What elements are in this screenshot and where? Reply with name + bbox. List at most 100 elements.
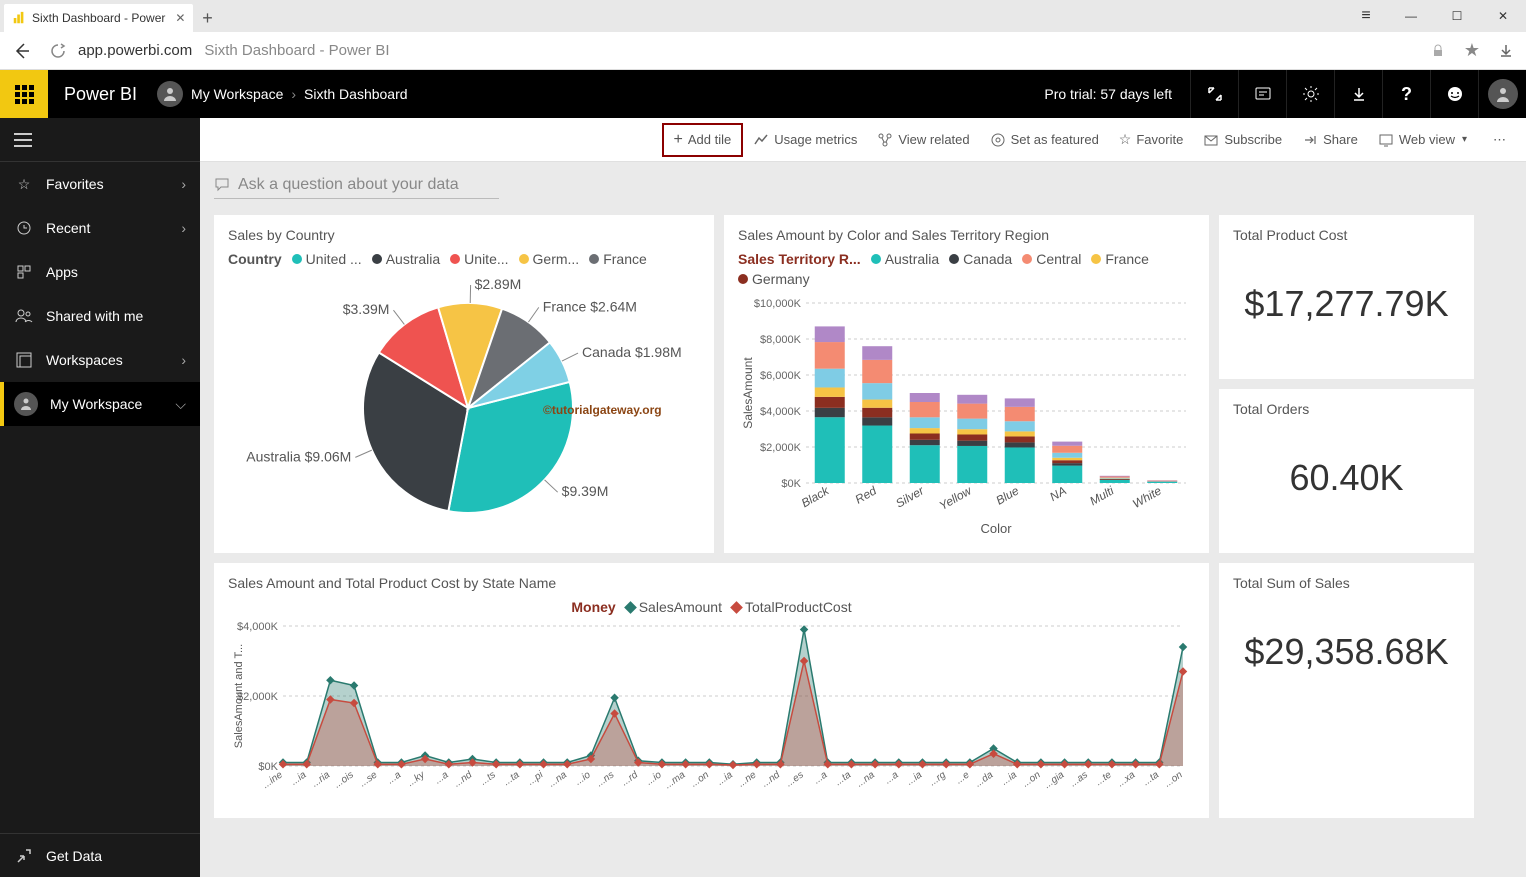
- breadcrumb-root[interactable]: My Workspace: [191, 86, 283, 102]
- set-featured-button[interactable]: Set as featured: [980, 126, 1109, 154]
- line-legend: Money SalesAmount TotalProductCost: [228, 599, 1195, 615]
- tile-sales-by-color[interactable]: Sales Amount by Color and Sales Territor…: [724, 215, 1209, 553]
- sidebar-toggle[interactable]: [0, 118, 200, 162]
- refresh-button[interactable]: [48, 41, 68, 61]
- svg-text:Blue: Blue: [993, 483, 1021, 507]
- notifications-button[interactable]: [1238, 70, 1286, 118]
- svg-text:...ia: ...ia: [999, 769, 1019, 788]
- view-related-button[interactable]: View related: [867, 126, 979, 154]
- toolbar-more-button[interactable]: ⋯: [1483, 126, 1516, 154]
- tab-close-icon[interactable]: ✕: [175, 11, 185, 25]
- star-icon[interactable]: ★: [1462, 41, 1482, 61]
- browser-menu-button[interactable]: ≡: [1342, 0, 1388, 32]
- usage-metrics-button[interactable]: Usage metrics: [743, 126, 867, 154]
- sidebar-item-workspaces[interactable]: Workspaces›: [0, 338, 200, 382]
- sidebar-item-shared[interactable]: Shared with me: [0, 294, 200, 338]
- url-text[interactable]: app.powerbi.com Sixth Dashboard - Power …: [78, 42, 1428, 59]
- tab-chart-icon: [12, 11, 26, 25]
- subscribe-button[interactable]: Subscribe: [1193, 126, 1292, 154]
- svg-text:...na: ...na: [855, 769, 878, 789]
- add-tile-button[interactable]: +Add tile: [662, 123, 744, 157]
- tile-total-orders[interactable]: Total Orders 60.40K: [1219, 389, 1474, 553]
- svg-text:Red: Red: [853, 483, 879, 506]
- help-button[interactable]: ?: [1382, 70, 1430, 118]
- svg-text:Canada $1.98M: Canada $1.98M: [582, 344, 682, 360]
- dashboard-canvas: Ask a question about your data Sales by …: [200, 162, 1526, 877]
- svg-text:...ns: ...ns: [595, 769, 617, 789]
- svg-text:$10,000K: $10,000K: [754, 298, 802, 310]
- tile-sales-by-country[interactable]: Sales by Country Country United ... Aust…: [214, 215, 714, 553]
- sidebar-item-favorites[interactable]: ☆ Favorites›: [0, 162, 200, 206]
- fullscreen-button[interactable]: [1190, 70, 1238, 118]
- svg-text:...as: ...as: [1068, 769, 1090, 789]
- pbi-top-header: Power BI My Workspace › Sixth Dashboard …: [0, 70, 1526, 118]
- window-minimize-button[interactable]: —: [1388, 0, 1434, 32]
- svg-text:...nd: ...nd: [760, 769, 783, 789]
- svg-text:$3.39M: $3.39M: [343, 301, 390, 317]
- svg-text:...on: ...on: [1162, 769, 1185, 789]
- tile-total-sales[interactable]: Total Sum of Sales $29,358.68K: [1219, 563, 1474, 818]
- svg-text:...ois: ...ois: [332, 769, 356, 790]
- svg-text:...ia: ...ia: [905, 769, 925, 788]
- svg-text:...da: ...da: [973, 769, 996, 789]
- lock-icon[interactable]: [1428, 41, 1448, 61]
- user-avatar[interactable]: [1478, 70, 1526, 118]
- chat-icon: [214, 177, 230, 193]
- pie-chart: $9.39MAustralia $9.06M$3.39M$2.89MFrance…: [228, 273, 698, 533]
- window-close-button[interactable]: ✕: [1480, 0, 1526, 32]
- sidebar-item-recent[interactable]: Recent›: [0, 206, 200, 250]
- svg-text:...io: ...io: [573, 769, 593, 788]
- card-value: 60.40K: [1233, 457, 1460, 499]
- settings-button[interactable]: [1286, 70, 1334, 118]
- tab-title: Sixth Dashboard - Power: [32, 11, 165, 25]
- trial-status: Pro trial: 57 days left: [1026, 86, 1190, 102]
- svg-text:...a: ...a: [385, 769, 403, 786]
- svg-text:Australia $9.06M: Australia $9.06M: [246, 448, 351, 464]
- svg-text:...io: ...io: [644, 769, 664, 788]
- sidebar-item-apps[interactable]: Apps: [0, 250, 200, 294]
- sidebar-item-my-workspace[interactable]: My Workspace⌵: [0, 382, 200, 426]
- pie-legend: Country United ... Australia Unite... Ge…: [228, 251, 700, 267]
- star-icon: ☆: [14, 174, 34, 194]
- web-view-button[interactable]: Web view▾: [1368, 126, 1477, 154]
- tile-total-product-cost[interactable]: Total Product Cost $17,277.79K: [1219, 215, 1474, 379]
- tile-sales-by-state[interactable]: Sales Amount and Total Product Cost by S…: [214, 563, 1209, 818]
- workspace-avatar-icon: [157, 81, 183, 107]
- svg-text:Black: Black: [799, 483, 832, 510]
- feedback-button[interactable]: [1430, 70, 1478, 118]
- svg-text:$4,000K: $4,000K: [760, 406, 802, 418]
- svg-text:...on: ...on: [1020, 769, 1043, 789]
- browser-tab[interactable]: Sixth Dashboard - Power ✕: [4, 4, 193, 32]
- download-button[interactable]: [1334, 70, 1382, 118]
- share-button[interactable]: Share: [1292, 126, 1368, 154]
- window-maximize-button[interactable]: ☐: [1434, 0, 1480, 32]
- svg-text:...a: ...a: [812, 769, 830, 786]
- powerbi-logo[interactable]: Power BI: [64, 84, 137, 105]
- card-value: $29,358.68K: [1233, 631, 1460, 673]
- workspaces-icon: [14, 350, 34, 370]
- svg-text:...ta: ...ta: [833, 769, 853, 788]
- svg-text:...a: ...a: [883, 769, 901, 786]
- getdata-icon: [14, 846, 34, 866]
- svg-text:$2,000K: $2,000K: [760, 442, 802, 454]
- qna-input[interactable]: Ask a question about your data: [200, 162, 1526, 207]
- favorite-button[interactable]: ☆Favorite: [1109, 125, 1194, 154]
- svg-text:...te: ...te: [1094, 769, 1114, 788]
- download-icon[interactable]: [1496, 41, 1516, 61]
- breadcrumb-current[interactable]: Sixth Dashboard: [304, 86, 408, 102]
- bar-legend: Sales Territory R... Australia Canada Ce…: [738, 251, 1195, 287]
- address-bar: app.powerbi.com Sixth Dashboard - Power …: [0, 32, 1526, 70]
- app-launcher-button[interactable]: [0, 70, 48, 118]
- svg-text:...gia: ...gia: [1042, 769, 1066, 791]
- svg-text:...pi: ...pi: [526, 769, 546, 788]
- svg-text:...ne: ...ne: [736, 769, 759, 789]
- svg-text:...na: ...na: [547, 769, 570, 789]
- line-chart: $0K$2,000K$4,000KSalesAmount and T......…: [228, 621, 1198, 801]
- svg-text:...ma: ...ma: [663, 769, 688, 791]
- svg-text:...ia: ...ia: [715, 769, 735, 788]
- svg-text:...ta: ...ta: [1141, 769, 1161, 788]
- svg-text:$8,000K: $8,000K: [760, 334, 802, 346]
- new-tab-button[interactable]: +: [193, 4, 221, 32]
- back-button[interactable]: [10, 39, 34, 63]
- get-data-button[interactable]: Get Data: [0, 833, 200, 877]
